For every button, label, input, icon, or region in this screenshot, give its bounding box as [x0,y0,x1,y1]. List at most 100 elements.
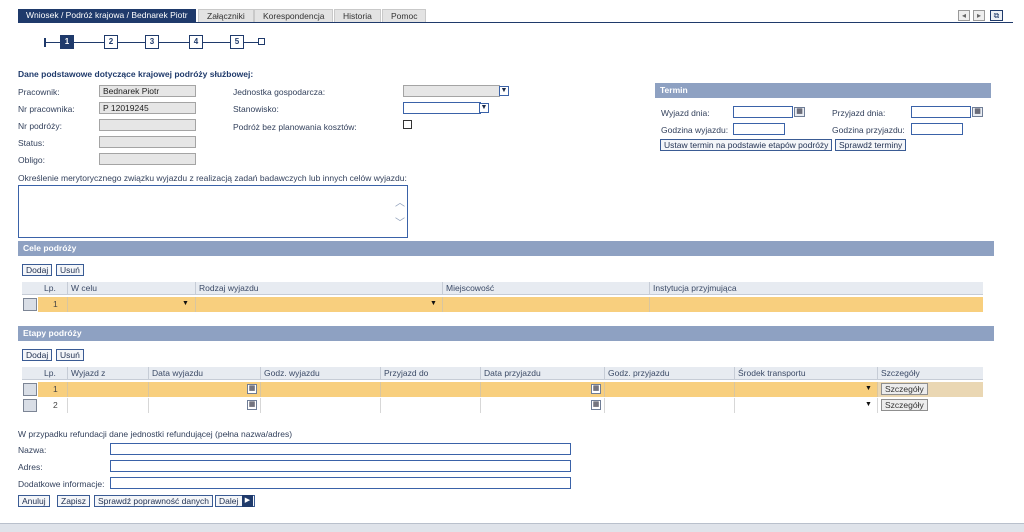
row-selector[interactable] [23,298,37,311]
step-connector [74,42,104,43]
arrival-to-cell[interactable] [380,398,480,413]
scroll-down-icon[interactable]: ﹀ [395,214,405,229]
validate-button[interactable]: Sprawdź poprawność danych [94,495,214,507]
column-header: Godz. wyjazdu [260,367,380,380]
departure-date-cell[interactable] [148,398,260,413]
step-connector [46,42,60,43]
details-button[interactable]: Szczegóły [881,383,928,395]
arrival-to-cell[interactable] [380,382,480,397]
institution-cell[interactable] [649,297,983,312]
arrival-time-cell[interactable] [604,398,734,413]
departure-time-input[interactable] [733,123,785,135]
arrival-date-cell[interactable] [480,382,604,397]
chevron-down-icon[interactable]: ▼ [865,401,872,408]
refund-name-label: Nazwa: [18,445,47,455]
departure-date-label: Wyjazd dnia: [661,108,710,118]
termin-header: Termin [655,83,991,98]
employee-field: Bednarek Piotr [99,85,196,97]
stages-table-header: Lp. Wyjazd z Data wyjazdu Godz. wyjazdu … [22,367,983,380]
locality-cell[interactable] [442,297,649,312]
table-row[interactable]: 1 ▦ ▦ ▼ Szczegóły [38,382,983,397]
unit-select[interactable] [403,85,500,97]
calendar-icon[interactable]: ▦ [247,400,257,410]
chevron-down-icon[interactable]: ▼ [499,86,509,96]
column-header: Rodzaj wyjazdu [195,282,442,295]
arrival-time-input[interactable] [911,123,963,135]
departure-time-cell[interactable] [260,398,380,413]
row-number: 1 [53,299,58,309]
transport-cell[interactable] [734,398,877,413]
obligo-field [99,153,196,165]
column-header: Instytucja przyjmująca [649,282,983,295]
column-header: W celu [67,282,195,295]
tab-wniosek[interactable]: Wniosek / Podróż krajowa / Bednarek Piot… [18,9,196,22]
transport-cell[interactable] [734,382,877,397]
calendar-icon[interactable]: ▦ [794,107,805,117]
departure-date-input[interactable] [733,106,793,118]
column-header: Środek transportu [734,367,877,380]
trip-no-field [99,119,196,131]
restore-window-icon[interactable]: ⧉ [990,10,1003,21]
goals-add-button[interactable]: Dodaj [22,264,53,276]
table-row[interactable]: 1 ▼ ▼ [38,297,983,312]
chevron-down-icon[interactable]: ▼ [430,300,437,307]
stages-add-button[interactable]: Dodaj [22,349,53,361]
purpose-cell[interactable] [67,297,195,312]
employee-no-field: P 12019245 [99,102,196,114]
next-arrow-icon[interactable]: ▶ [242,495,253,507]
column-header: Szczegóły [877,367,983,380]
step-3[interactable]: 3 [145,35,159,49]
next-button-label: Dalej [219,496,239,506]
arrival-date-input[interactable] [911,106,971,118]
calendar-icon[interactable]: ▦ [591,400,601,410]
prev-arrow-icon[interactable]: ◂ [958,10,970,21]
calendar-icon[interactable]: ▦ [247,384,257,394]
row-selector[interactable] [23,383,37,396]
step-connector [203,42,230,43]
position-select[interactable] [403,102,481,114]
arrival-time-label: Godzina przyjazdu: [832,125,905,135]
table-row[interactable]: 2 ▦ ▦ ▼ Szczegóły [38,398,983,413]
departure-time-cell[interactable] [260,382,380,397]
purpose-textarea[interactable]: ︿ ﹀ [18,185,408,238]
column-header: Przyjazd do [380,367,480,380]
set-dates-from-stages-button[interactable]: Ustaw termin na podstawie etapów podróży [660,139,833,151]
goals-section-header: Cele podróży [18,241,994,256]
column-header: Wyjazd z [67,367,148,380]
step-2[interactable]: 2 [104,35,118,49]
calendar-icon[interactable]: ▦ [972,107,983,117]
next-arrow-icon[interactable]: ▸ [973,10,985,21]
scroll-up-icon[interactable]: ︿ [395,194,405,209]
tab-historia[interactable]: Historia [334,9,381,22]
no-cost-checkbox[interactable] [403,120,412,129]
refund-address-input[interactable] [110,460,571,472]
row-selector[interactable] [23,399,37,412]
details-button[interactable]: Szczegóły [881,399,928,411]
departure-date-cell[interactable] [148,382,260,397]
chevron-down-icon[interactable]: ▼ [479,103,489,113]
departure-from-cell[interactable] [67,398,148,413]
refund-heading: W przypadku refundacji dane jednostki re… [18,429,293,439]
step-5[interactable]: 5 [230,35,244,49]
goals-remove-button[interactable]: Usuń [56,264,84,276]
calendar-icon[interactable]: ▦ [591,384,601,394]
trip-type-cell[interactable] [195,297,442,312]
tab-zalaczniki[interactable]: Załączniki [198,9,254,22]
row-number: 1 [53,384,58,394]
departure-from-cell[interactable] [67,382,148,397]
arrival-date-cell[interactable] [480,398,604,413]
check-dates-button[interactable]: Sprawdź terminy [835,139,907,151]
stages-remove-button[interactable]: Usuń [56,349,84,361]
tab-pomoc[interactable]: Pomoc [382,9,427,22]
arrival-time-cell[interactable] [604,382,734,397]
step-4[interactable]: 4 [189,35,203,49]
step-1[interactable]: 1 [60,35,74,49]
chevron-down-icon[interactable]: ▼ [182,300,189,307]
refund-extra-input[interactable] [110,477,571,489]
chevron-down-icon[interactable]: ▼ [865,385,872,392]
column-header: Data wyjazdu [148,367,260,380]
cancel-button[interactable]: Anuluj [18,495,50,507]
save-button[interactable]: Zapisz [57,495,91,507]
tab-korespondencja[interactable]: Korespondencja [254,9,334,22]
refund-name-input[interactable] [110,443,571,455]
